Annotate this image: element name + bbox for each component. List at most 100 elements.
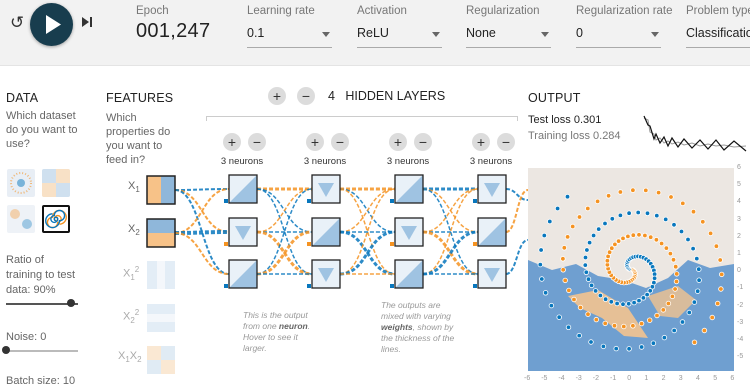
remove-neuron-button-4[interactable]: − — [497, 133, 515, 151]
y-tick-label: 4 — [737, 198, 741, 206]
play-button[interactable] — [30, 3, 73, 46]
problem-type-select[interactable]: Classification — [686, 26, 750, 48]
dataset-gaussian-thumb[interactable] — [7, 205, 35, 233]
activation-select[interactable]: ReLU — [357, 26, 442, 48]
blue-data-point — [694, 288, 701, 294]
orange-data-point — [560, 267, 566, 273]
neuron-node — [473, 174, 507, 204]
remove-neuron-button-1[interactable]: − — [248, 133, 266, 151]
regularization-select[interactable]: None — [466, 26, 551, 48]
remove-neuron-button-2[interactable]: − — [331, 133, 349, 151]
step-icon[interactable] — [80, 15, 94, 34]
add-layer-button[interactable]: + — [268, 87, 286, 105]
blue-data-point — [585, 276, 592, 282]
y-tick-label: 6 — [737, 164, 741, 171]
output-heatmap[interactable] — [528, 168, 734, 371]
reset-icon[interactable]: ↺ — [10, 13, 24, 33]
epoch-label: Epoch — [136, 5, 169, 17]
feature-fill — [147, 233, 175, 247]
neuron-help-note: This is the output from one neuron. Hove… — [243, 310, 311, 353]
remove-neuron-button-3[interactable]: − — [414, 133, 432, 151]
dataset-circle-thumb[interactable] — [7, 169, 35, 197]
output-decision-boundary — [528, 168, 734, 371]
blue-data-point — [671, 327, 677, 334]
neuron-bg — [229, 260, 257, 288]
y-tick-label: -5 — [737, 353, 744, 361]
data-question: Which dataset do you want to use? — [6, 110, 78, 150]
weight-edge — [422, 230, 479, 276]
neuron-fill — [318, 183, 334, 197]
blue-data-point — [582, 262, 588, 268]
feature-fade — [147, 346, 175, 374]
neuron-bg — [312, 260, 340, 288]
neuron-fill — [235, 226, 251, 240]
neuron-fill — [229, 175, 257, 203]
blue-data-point — [565, 324, 572, 330]
feature-fade — [147, 261, 175, 289]
neuron-node — [224, 259, 258, 289]
neuron-border — [394, 259, 424, 289]
orange-data-point — [625, 233, 631, 240]
neuron-bg — [395, 175, 423, 203]
bias-marker — [224, 199, 228, 203]
blue-data-point — [690, 245, 696, 252]
orange-data-point — [691, 339, 698, 345]
dataset-spiral-thumb[interactable] — [42, 205, 70, 233]
orange-data-point — [638, 320, 645, 327]
blue-data-point — [614, 300, 620, 307]
x-tick-label: -6 — [524, 375, 531, 382]
orange-data-point — [654, 312, 660, 319]
y-tick-label: 3 — [737, 215, 741, 223]
y-tick-label: 1 — [737, 250, 741, 257]
learning-rate-select[interactable]: 0.1 — [247, 26, 332, 48]
bias-marker — [473, 284, 477, 288]
dataset-xor-thumb[interactable] — [42, 169, 70, 197]
regularization-rate-select[interactable]: 0 — [576, 26, 661, 48]
bias-marker — [307, 242, 311, 246]
x-tick-label: 2 — [661, 375, 666, 382]
remove-layer-button[interactable]: − — [297, 87, 315, 105]
weight-edge — [422, 230, 479, 276]
problem-type-value: Classification — [686, 26, 750, 40]
neuron-fill — [395, 175, 423, 203]
add-neuron-button-1[interactable]: + — [223, 133, 241, 151]
noise-slider[interactable] — [6, 350, 78, 352]
neuron-border — [228, 259, 258, 289]
blue-data-point — [538, 247, 544, 253]
ratio-slider-handle[interactable] — [66, 299, 75, 307]
neuron-border — [311, 174, 341, 204]
noise-slider-handle[interactable] — [2, 346, 10, 354]
hidden-layers-label: HIDDEN LAYERS — [345, 89, 446, 103]
orange-data-point — [680, 200, 686, 207]
orange-data-point — [576, 214, 583, 220]
orange-data-point — [585, 205, 591, 212]
orange-data-point — [604, 257, 611, 264]
y-tick-label: 0 — [737, 267, 741, 275]
feature-fill — [147, 261, 175, 289]
weight-edge — [422, 188, 479, 233]
activation-value: ReLU — [357, 26, 389, 40]
test-loss-line — [643, 115, 747, 152]
orange-data-point — [669, 293, 676, 300]
blue-data-point — [638, 344, 645, 350]
bias-marker — [224, 242, 228, 246]
features-question: Which properties do you want to feed in? — [106, 112, 171, 166]
feature-fill — [161, 176, 175, 204]
orange-data-point — [647, 234, 654, 240]
blue-data-point — [691, 299, 698, 305]
blue-data-point — [542, 290, 549, 296]
orange-data-point — [673, 278, 680, 285]
orange-data-point — [665, 300, 672, 307]
blue-data-point — [613, 345, 619, 352]
feature-node — [146, 218, 176, 248]
add-neuron-button-2[interactable]: + — [306, 133, 324, 151]
neuron-node — [390, 217, 424, 247]
add-neuron-button-4[interactable]: + — [472, 133, 490, 151]
layer-1-neuron-count: 3 neurons — [220, 156, 264, 167]
blue-data-point — [582, 254, 589, 261]
blue-data-point — [678, 228, 685, 235]
blue-data-point — [640, 295, 647, 301]
blue-data-point — [651, 275, 658, 281]
top-controls-bar: ↺ Epoch 001,247 Learning rate 0.1 Activa… — [0, 0, 750, 66]
add-neuron-button-3[interactable]: + — [389, 133, 407, 151]
